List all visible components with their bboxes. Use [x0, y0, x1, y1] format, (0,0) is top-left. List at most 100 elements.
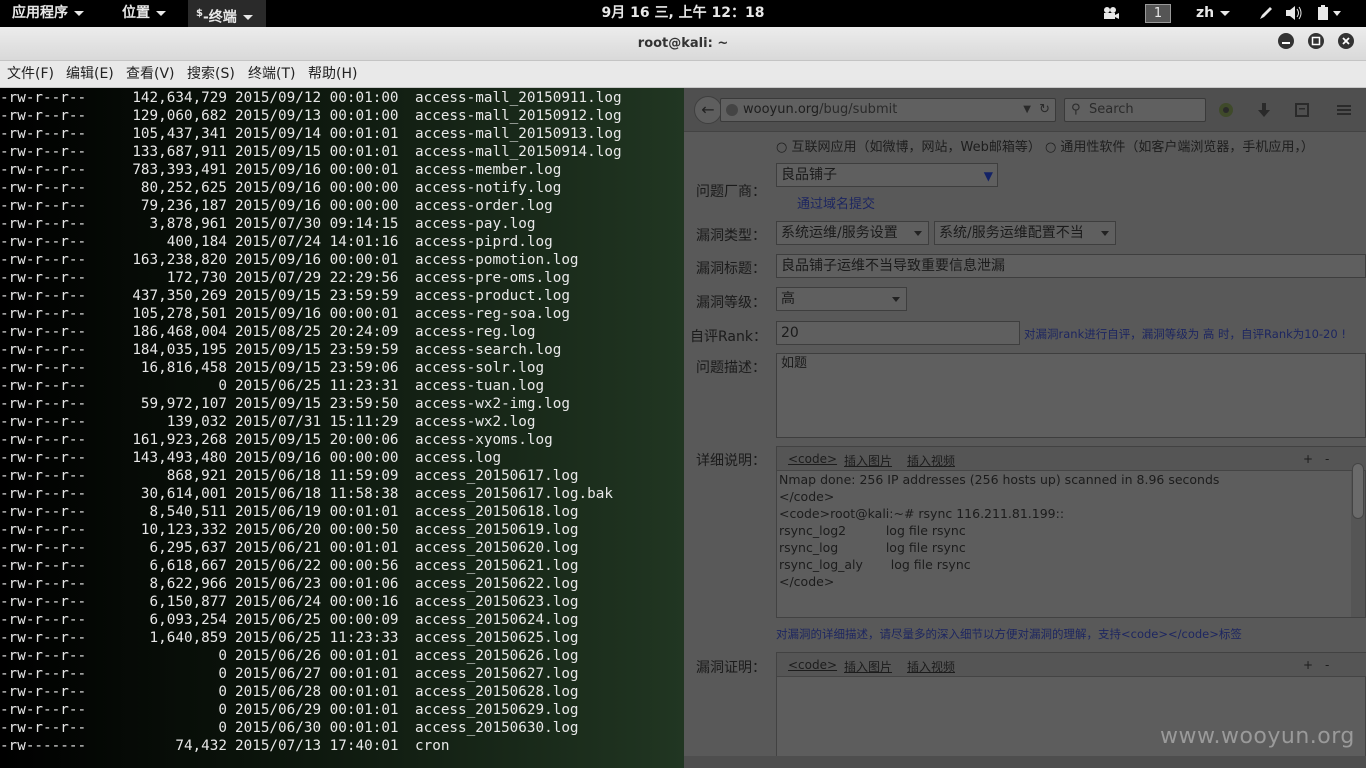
file-row: -rw-r--r-- 2015/06/25 11:23:33 access_2015… — [0, 629, 684, 647]
file-modified: 2015/09/15 00:01:01 — [235, 144, 399, 160]
file-name: access.log — [415, 450, 502, 466]
file-permissions: -rw-r--r-- — [0, 432, 87, 448]
file-name: cron — [415, 738, 450, 754]
expand-button[interactable]: + — [1303, 658, 1313, 672]
file-name: access_20150620.log — [415, 540, 579, 556]
detail-editor[interactable]: <code> 插入图片 插入视频 + - Nmap done: 256 IP a… — [776, 446, 1366, 618]
file-row: -rw-r--r-- 2015/07/29 22:29:56 access-pre-… — [0, 269, 684, 287]
window-titlebar[interactable]: root@kali: ~ — [0, 27, 1366, 61]
applications-menu[interactable]: 应用程序 — [12, 0, 84, 27]
addon-icon[interactable] — [1216, 100, 1236, 120]
insert-image-button[interactable]: 插入图片 — [844, 452, 892, 469]
insert-image-button[interactable]: 插入图片 — [844, 658, 892, 675]
file-permissions: -rw-r--r-- — [0, 180, 87, 196]
file-modified: 2015/06/18 11:58:38 — [235, 486, 399, 502]
file-row: -rw-r--r-- 2015/09/15 23:59:06 access-solr… — [0, 359, 684, 377]
url-dropdown-icon[interactable]: ▼ — [1023, 99, 1031, 121]
url-bar[interactable]: wooyun.org/bug/submit ▼ ↻ — [720, 98, 1056, 122]
file-row: -rw-r--r-- 2015/07/31 15:11:29 access-wx2.… — [0, 413, 684, 431]
file-modified: 2015/06/28 00:01:01 — [235, 684, 399, 700]
clock[interactable]: 9月 16 三, 上午 12：18 — [560, 0, 806, 27]
detail-line: Nmap done: 256 IP addresses (256 hosts u… — [779, 472, 1220, 487]
file-permissions: -rw-r--r-- — [0, 288, 87, 304]
refresh-icon[interactable]: ↻ — [1039, 99, 1050, 121]
detail-line: <code>root@kali:~# rsync 116.211.81.199:… — [779, 506, 1065, 521]
volume-icon[interactable] — [1285, 0, 1303, 27]
applications-label: 应用程序 — [12, 5, 68, 21]
file-modified: 2015/09/16 00:00:01 — [235, 252, 399, 268]
pen-icon[interactable] — [1258, 0, 1276, 27]
workspace-indicator[interactable]: 1 — [1145, 4, 1171, 23]
chevron-down-icon — [156, 10, 166, 16]
app-type-options[interactable]: ○ 互联网应用（如微博，网站，Web邮箱等） ○ 通用性软件（如客户端浏览器，手… — [776, 136, 1314, 155]
file-modified: 2015/06/25 11:23:31 — [235, 378, 399, 394]
file-name: access-mall_20150911.log — [415, 90, 622, 106]
places-menu[interactable]: 位置 — [122, 0, 166, 27]
file-name: access_20150627.log — [415, 666, 579, 682]
menu-search[interactable]: 搜索(S) — [187, 61, 235, 87]
proof-editor[interactable]: <code> 插入图片 插入视频 + - — [776, 652, 1366, 768]
file-size: 30,614,001 — [140, 486, 227, 502]
battery-icon[interactable] — [1316, 0, 1346, 27]
menu-terminal[interactable]: 终端(T) — [248, 61, 295, 87]
file-modified: 2015/07/13 17:40:01 — [235, 738, 399, 754]
insert-video-button[interactable]: 插入视频 — [907, 658, 955, 675]
search-input[interactable]: ⚲ Search — [1064, 98, 1206, 122]
close-icon[interactable] — [1338, 33, 1354, 49]
chevron-down-icon — [1101, 231, 1109, 236]
file-name: access_20150619.log — [415, 522, 579, 538]
video-camera-icon[interactable] — [1102, 0, 1124, 27]
file-permissions: -rw-r--r-- — [0, 594, 87, 610]
file-permissions: -rw-r--r-- — [0, 684, 87, 700]
desc-textarea[interactable]: 如题 — [776, 353, 1366, 438]
reader-icon[interactable] — [1292, 100, 1312, 120]
rank-input[interactable]: 20 — [776, 321, 1020, 345]
file-modified: 2015/09/13 00:01:00 — [235, 108, 399, 124]
file-name: access_20150626.log — [415, 648, 579, 664]
insert-code-button[interactable]: <code> — [788, 452, 837, 466]
browser-window[interactable]: ← wooyun.org/bug/submit ▼ ↻ ⚲ Search ○ 互… — [684, 88, 1366, 768]
file-size: 143,493,480 — [132, 450, 227, 466]
vuln-type-select[interactable]: 系统运维/服务设置 — [776, 221, 929, 245]
file-size: 186,468,004 — [132, 324, 227, 340]
file-modified: 2015/06/25 00:00:09 — [235, 612, 399, 628]
vuln-title-input[interactable]: 良品铺子运维不当导致重要信息泄漏 — [776, 254, 1366, 278]
detail-textarea[interactable]: Nmap done: 256 IP addresses (256 hosts u… — [777, 471, 1343, 590]
menu-view[interactable]: 查看(V) — [126, 61, 175, 87]
input-language-menu[interactable]: zh — [1196, 0, 1231, 27]
domain-submit-link[interactable]: 通过域名提交 — [797, 193, 875, 212]
file-permissions: -rw-r--r-- — [0, 144, 87, 160]
file-row: -rw-r--r-- 2015/09/16 00:00:01 access-memb… — [0, 161, 684, 179]
file-name: access-wx2-img.log — [415, 396, 570, 412]
file-name: access-pomotion.log — [415, 252, 579, 268]
minimize-icon[interactable] — [1278, 33, 1294, 49]
file-permissions: -rw-r--r-- — [0, 360, 87, 376]
vendor-select[interactable]: 良品铺子 ▼ — [776, 163, 998, 187]
maximize-icon[interactable] — [1308, 33, 1324, 49]
file-size: 437,350,269 — [132, 288, 227, 304]
horizontal-scrollbar[interactable] — [684, 756, 1366, 768]
insert-video-button[interactable]: 插入视频 — [907, 452, 955, 469]
file-size: 6,093,254 — [149, 612, 227, 628]
vuln-subtype-select[interactable]: 系统/服务运维配置不当 — [934, 221, 1116, 245]
menu-help[interactable]: 帮助(H) — [308, 61, 357, 87]
download-icon[interactable] — [1254, 100, 1274, 120]
menu-edit[interactable]: 编辑(E) — [66, 61, 114, 87]
back-arrow-icon[interactable]: ← — [694, 96, 722, 124]
menu-file[interactable]: 文件(F) — [7, 61, 54, 87]
collapse-button[interactable]: - — [1325, 658, 1329, 672]
level-select[interactable]: 高 — [776, 287, 907, 311]
file-row: -rw-r--r-- 2015/06/18 11:59:09 access_2015… — [0, 467, 684, 485]
hamburger-menu-icon[interactable] — [1334, 100, 1354, 120]
collapse-button[interactable]: - — [1325, 452, 1329, 466]
terminal-output[interactable]: -rw-r--r-- 2015/09/12 00:01:00 access-mall… — [0, 88, 684, 768]
insert-code-button[interactable]: <code> — [788, 658, 837, 672]
terminal-app-menu[interactable]: $-终端 — [188, 0, 266, 27]
page-scrollbar-thumb[interactable] — [1352, 463, 1364, 519]
file-row: -rw-r--r-- 2015/06/27 00:01:01 access_2015… — [0, 665, 684, 683]
file-size: 163,238,820 — [132, 252, 227, 268]
expand-button[interactable]: + — [1303, 452, 1313, 466]
file-row: -rw-r--r-- 2015/09/15 20:00:06 access-xyom… — [0, 431, 684, 449]
file-permissions: -rw-r--r-- — [0, 90, 87, 106]
file-size: 0 — [218, 702, 227, 718]
